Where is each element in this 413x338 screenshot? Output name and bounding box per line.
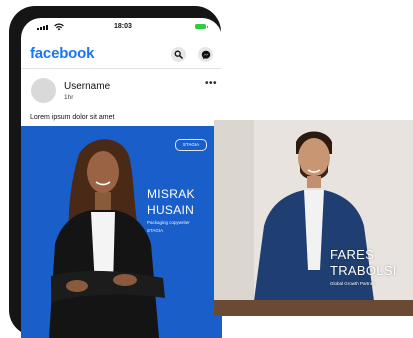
brand-badge: STAGIA	[175, 139, 207, 151]
card-last-name: HUSAIN	[147, 203, 195, 217]
overlay-last-name: TRABOLSI	[330, 263, 397, 278]
battery-icon	[195, 24, 208, 29]
status-bar: 18:03	[21, 18, 222, 38]
post-username[interactable]: Username	[64, 81, 110, 92]
man-portrait-photo: FARES TRABOLSI Global Growth Partner	[214, 120, 413, 316]
woman-portrait-illustration	[49, 139, 165, 338]
more-options-button[interactable]: •••	[205, 78, 217, 89]
overlay-title: Global Growth Partner	[330, 281, 375, 286]
phone-frame: 18:03 facebook Username 1hr ••• Lorem ip…	[9, 6, 222, 338]
search-icon	[174, 50, 183, 59]
post-timestamp: 1hr	[64, 94, 74, 101]
card-company: STAGIA	[147, 228, 164, 233]
card-role: Packaging copywriter	[147, 220, 190, 225]
wifi-icon	[54, 23, 64, 31]
card-first-name: MISRAK	[147, 187, 195, 201]
avatar[interactable]	[31, 78, 56, 103]
messenger-icon	[201, 50, 210, 59]
facebook-logo[interactable]: facebook	[30, 45, 94, 62]
overlay-first-name: FARES	[330, 247, 375, 262]
man-portrait-illustration	[214, 120, 413, 316]
messenger-button[interactable]	[198, 47, 213, 62]
app-header: facebook	[21, 38, 222, 69]
signal-icon	[37, 25, 48, 30]
search-button[interactable]	[171, 47, 186, 62]
post-caption: Lorem ipsum dolor sit amet	[30, 114, 115, 121]
status-time: 18:03	[114, 23, 132, 30]
post-image[interactable]: STAGIA MISRAK HUSAIN Packaging copywrite…	[21, 126, 222, 338]
phone-screen: 18:03 facebook Username 1hr ••• Lorem ip…	[21, 18, 222, 338]
